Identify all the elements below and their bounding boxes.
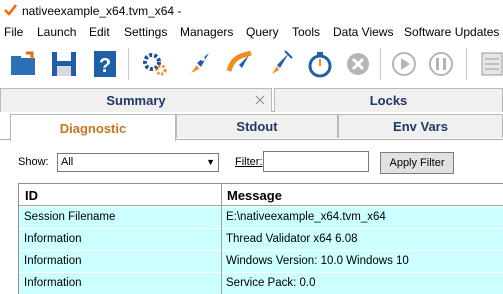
column-header-message[interactable]: Message — [227, 188, 282, 203]
open-folder-icon[interactable] — [6, 46, 40, 82]
tab-summary-label: Summary — [106, 93, 166, 108]
settings-gear-icon[interactable] — [138, 46, 172, 82]
tab-locks-label: Locks — [369, 93, 408, 108]
cell-id: Information — [24, 233, 82, 245]
menu-query[interactable]: Query — [246, 25, 279, 39]
launch-rocket-icon[interactable] — [183, 46, 217, 82]
cell-message: Thread Validator x64 6.08 — [226, 233, 358, 245]
tab-summary[interactable]: Summary — [0, 88, 272, 112]
cell-message: Service Pack: 0.0 — [226, 277, 316, 289]
menu-data-views[interactable]: Data Views — [333, 25, 393, 39]
cell-id: Session Filename — [24, 211, 116, 223]
apply-filter-button[interactable]: Apply Filter — [380, 152, 454, 174]
cell-message: E:\nativeexample_x64.tvm_x64 — [226, 211, 386, 223]
table-row[interactable]: Session Filename E:\nativeexample_x64.tv… — [19, 207, 503, 229]
tab-diagnostic[interactable]: Diagnostic — [10, 114, 176, 141]
close-tab-icon[interactable] — [255, 95, 265, 108]
menu-settings[interactable]: Settings — [124, 25, 167, 39]
window-title: nativeexample_x64.tvm_x64 - — [22, 4, 182, 18]
column-header-id[interactable]: ID — [25, 188, 38, 203]
play-icon[interactable] — [387, 46, 421, 82]
toolbar: ? — [0, 42, 503, 86]
menu-software-updates[interactable]: Software Updates — [404, 25, 499, 39]
cell-id: Information — [24, 277, 82, 289]
svg-text:?: ? — [99, 55, 111, 77]
tab-env-vars[interactable]: Env Vars — [338, 114, 503, 138]
timer-icon[interactable] — [303, 46, 337, 82]
tab-row-upper: Summary Locks — [0, 88, 503, 112]
chevron-down-icon: ▼ — [206, 157, 215, 167]
filter-input[interactable] — [263, 151, 369, 172]
tab-row-lower: Diagnostic Stdout Env Vars — [0, 114, 503, 141]
tab-diagnostic-label: Diagnostic — [59, 120, 127, 136]
show-select-value: All — [61, 156, 74, 168]
filter-label: Filter: — [235, 156, 263, 168]
filter-bar: Show: All ▼ Filter: Apply Filter — [0, 143, 503, 179]
app-icon — [3, 3, 18, 18]
toolbar-separator — [380, 48, 381, 80]
cell-id: Information — [24, 255, 82, 267]
menu-edit[interactable]: Edit — [89, 25, 110, 39]
show-label: Show: — [18, 156, 49, 168]
tab-stdout-label: Stdout — [236, 119, 278, 134]
title-bar: nativeexample_x64.tvm_x64 - — [0, 0, 503, 22]
table-row[interactable]: Information Service Pack: 0.0 — [19, 273, 503, 294]
menu-tools[interactable]: Tools — [292, 25, 320, 39]
table-row[interactable]: Information Windows Version: 10.0 Window… — [19, 251, 503, 273]
report-icon[interactable] — [474, 46, 503, 82]
column-divider[interactable] — [221, 184, 222, 294]
menu-bar: File Launch Edit Settings Managers Query… — [0, 22, 503, 42]
toolbar-separator — [128, 48, 129, 80]
menu-launch[interactable]: Launch — [37, 25, 76, 39]
cell-message: Windows Version: 10.0 Windows 10 — [226, 255, 409, 267]
tab-env-vars-label: Env Vars — [393, 119, 448, 134]
pause-icon[interactable] — [424, 46, 458, 82]
table-row[interactable]: Information Thread Validator x64 6.08 — [19, 229, 503, 251]
menu-managers[interactable]: Managers — [180, 25, 233, 39]
help-icon[interactable]: ? — [88, 46, 122, 82]
tab-locks[interactable]: Locks — [274, 88, 503, 112]
stop-icon[interactable] — [341, 46, 375, 82]
inject-rocket-icon[interactable] — [263, 46, 297, 82]
menu-file[interactable]: File — [4, 25, 23, 39]
save-icon[interactable] — [47, 46, 81, 82]
tab-stdout[interactable]: Stdout — [176, 114, 338, 138]
attach-rocket-icon[interactable] — [223, 46, 257, 82]
table-header: ID Message — [19, 184, 503, 206]
toolbar-separator — [466, 48, 467, 80]
show-select[interactable]: All ▼ — [57, 153, 219, 172]
diagnostic-table: ID Message Session Filename E:\nativeexa… — [18, 183, 503, 294]
view-tabs: Summary Locks Diagnostic Stdout Env Vars — [0, 86, 503, 142]
